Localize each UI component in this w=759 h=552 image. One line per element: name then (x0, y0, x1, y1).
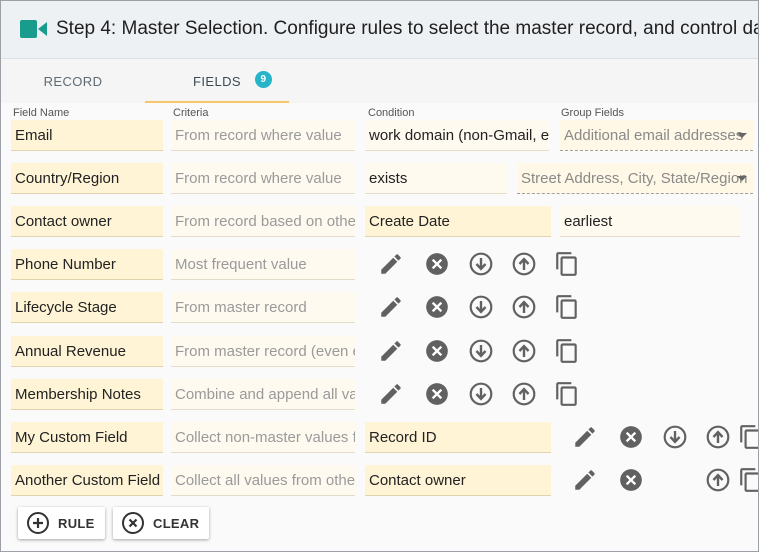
field-name-cell[interactable]: Another Custom Field (11, 465, 163, 496)
add-rule-button[interactable]: RULE (18, 507, 105, 539)
criteria-select[interactable]: From record where value (171, 120, 355, 151)
condition-select[interactable]: exists (365, 163, 507, 194)
move-down-icon[interactable] (662, 424, 688, 450)
condition-select[interactable]: work domain (non-Gmail, etc (365, 120, 549, 151)
active-tab-indicator (145, 101, 289, 103)
move-up-icon[interactable] (705, 424, 731, 450)
criteria-select[interactable]: From record where value (171, 163, 355, 194)
criteria-select[interactable]: From master record (even em (171, 336, 355, 367)
edit-pencil-icon[interactable] (378, 294, 404, 320)
copy-icon[interactable] (738, 467, 758, 493)
move-up-icon[interactable] (511, 338, 537, 364)
group-fields-value: Additional email addresses (564, 126, 744, 144)
move-up-icon[interactable] (511, 294, 537, 320)
copy-icon[interactable] (738, 424, 758, 450)
remove-circle-icon[interactable] (618, 467, 644, 493)
field-name-cell[interactable]: Lifecycle Stage (11, 292, 163, 323)
clear-circle-icon (122, 512, 144, 534)
condition-select[interactable]: Contact owner (365, 465, 551, 496)
clear-button[interactable]: CLEAR (113, 507, 210, 539)
criteria-select[interactable]: Combine and append all valu (171, 379, 355, 410)
dropdown-caret-icon (737, 133, 747, 138)
move-up-icon[interactable] (511, 251, 537, 277)
move-up-icon[interactable] (511, 381, 537, 407)
column-header-field-name: Field Name (13, 107, 70, 119)
dropdown-caret-icon (737, 176, 747, 181)
remove-circle-icon[interactable] (424, 338, 450, 364)
master-selection-panel: Step 4: Master Selection. Configure rule… (0, 0, 759, 552)
remove-circle-icon[interactable] (424, 294, 450, 320)
criteria-select[interactable]: Collect all values from other (171, 465, 355, 496)
group-fields-select[interactable]: Additional email addresses (560, 120, 753, 151)
tab-fields[interactable]: FIELDS 9 (145, 59, 289, 103)
criteria-select[interactable]: From record based on other (171, 206, 355, 237)
remove-circle-icon[interactable] (618, 424, 644, 450)
fields-count-badge: 9 (255, 71, 272, 88)
tab-record[interactable]: RECORD (1, 59, 145, 103)
field-name-cell[interactable]: Country/Region (11, 163, 163, 194)
edit-pencil-icon[interactable] (572, 424, 598, 450)
page-title: Step 4: Master Selection. Configure rule… (56, 18, 759, 39)
step-header: Step 4: Master Selection. Configure rule… (1, 1, 759, 59)
field-name-cell[interactable]: Membership Notes (11, 379, 163, 410)
tab-record-label: RECORD (43, 73, 103, 89)
column-header-condition: Condition (368, 107, 415, 119)
group-fields-select[interactable]: earliest (560, 206, 740, 237)
copy-icon[interactable] (554, 338, 580, 364)
copy-icon[interactable] (554, 381, 580, 407)
edit-pencil-icon[interactable] (378, 251, 404, 277)
video-camera-icon (20, 20, 48, 38)
field-name-cell[interactable]: Email (11, 120, 163, 151)
move-up-icon[interactable] (705, 467, 731, 493)
group-fields-select[interactable]: Street Address, City, State/Region (517, 163, 753, 194)
criteria-select[interactable]: Most frequent value (171, 249, 355, 280)
field-name-cell[interactable]: Contact owner (11, 206, 163, 237)
move-down-icon[interactable] (468, 381, 494, 407)
column-header-criteria: Criteria (173, 107, 209, 119)
column-header-group-fields: Group Fields (561, 107, 624, 119)
tab-bar: RECORD FIELDS 9 (1, 59, 758, 103)
clear-label: CLEAR (153, 515, 200, 531)
copy-icon[interactable] (554, 294, 580, 320)
field-name-cell[interactable]: Annual Revenue (11, 336, 163, 367)
copy-icon[interactable] (554, 251, 580, 277)
criteria-select[interactable]: From master record (171, 292, 355, 323)
criteria-select[interactable]: Collect non-master values fr (171, 422, 355, 453)
edit-pencil-icon[interactable] (572, 467, 598, 493)
add-circle-icon (27, 512, 49, 534)
move-down-icon[interactable] (468, 338, 494, 364)
condition-select[interactable]: Record ID (365, 422, 551, 453)
remove-circle-icon[interactable] (424, 381, 450, 407)
edit-pencil-icon[interactable] (378, 338, 404, 364)
tab-fields-label: FIELDS (193, 73, 241, 89)
remove-circle-icon[interactable] (424, 251, 450, 277)
group-fields-value: Street Address, City, State/Region (521, 169, 748, 187)
edit-pencil-icon[interactable] (378, 381, 404, 407)
field-name-cell[interactable]: Phone Number (11, 249, 163, 280)
add-rule-label: RULE (58, 515, 95, 531)
condition-select[interactable]: Create Date (365, 206, 551, 237)
move-down-icon[interactable] (468, 251, 494, 277)
move-down-icon[interactable] (468, 294, 494, 320)
field-name-cell[interactable]: My Custom Field (11, 422, 163, 453)
